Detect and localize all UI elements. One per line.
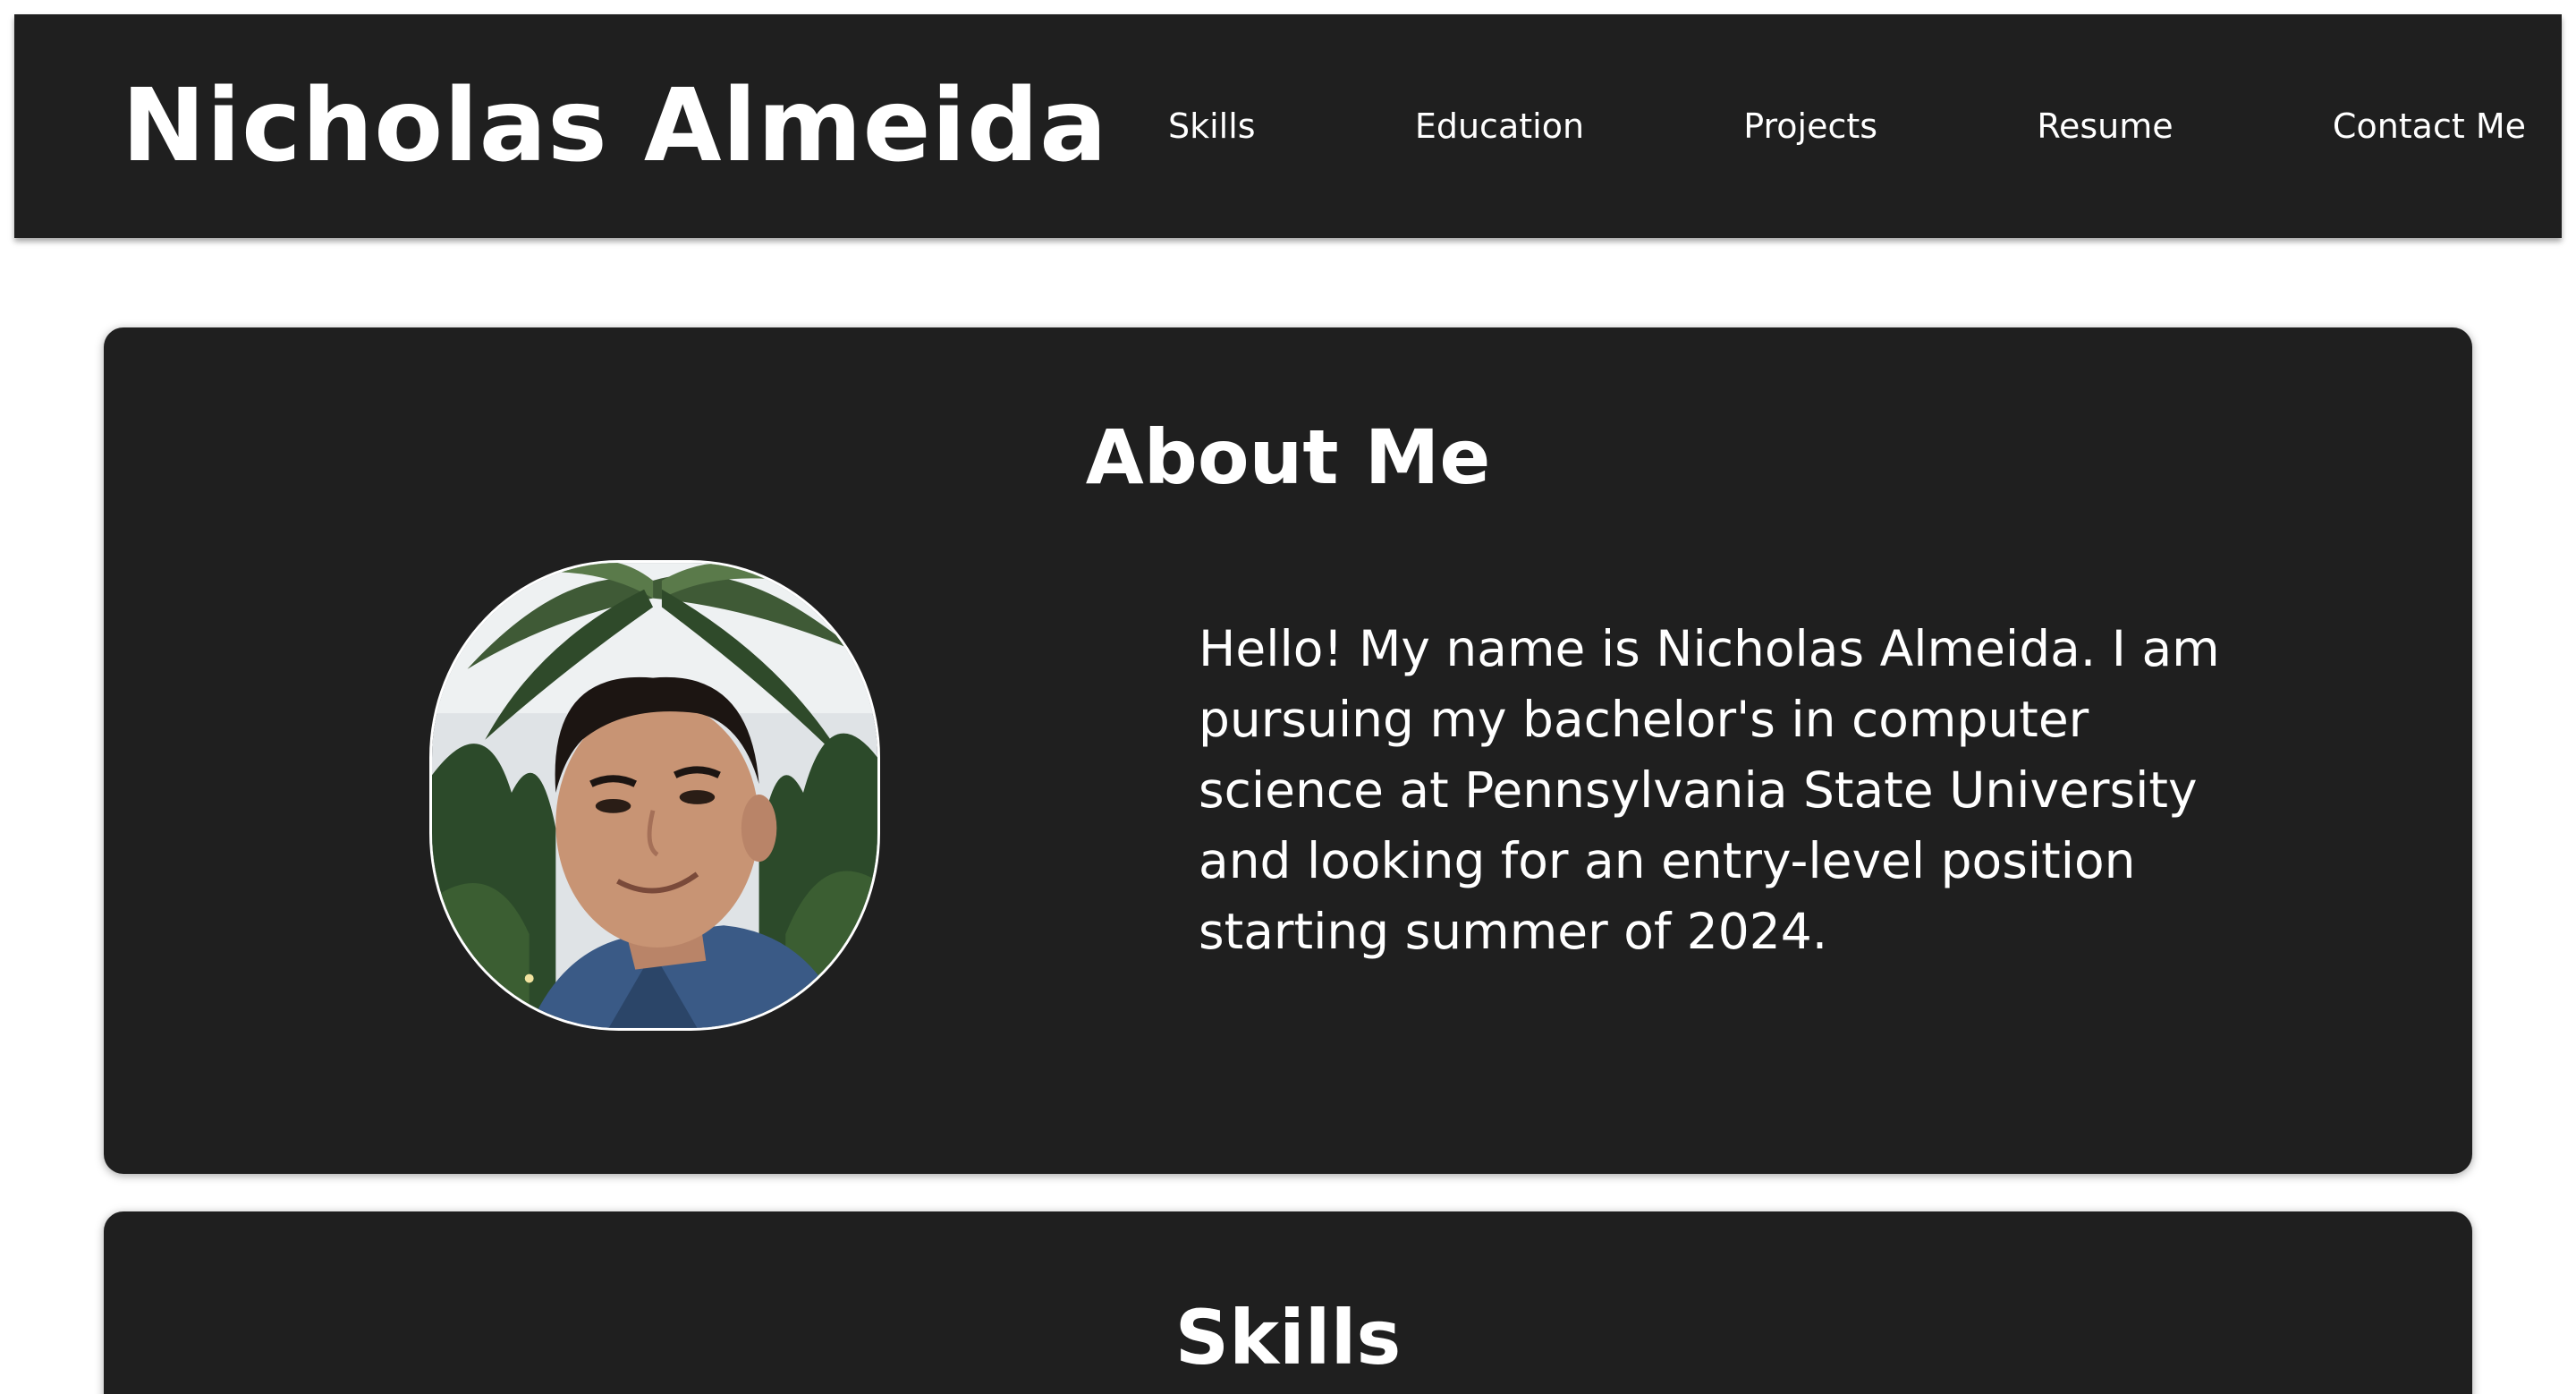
nav-link-projects[interactable]: Projects	[1743, 106, 1877, 146]
skills-section: Skills	[104, 1211, 2472, 1394]
site-name[interactable]: Nicholas Almeida	[122, 14, 1108, 238]
page: Nicholas Almeida Skills Education Projec…	[0, 0, 2576, 1394]
profile-photo	[429, 560, 880, 1031]
nav-link-resume[interactable]: Resume	[2037, 106, 2173, 146]
about-me-section: About Me Hello! My name is Nicholas Alme…	[104, 327, 2472, 1174]
nav-link-skills[interactable]: Skills	[1168, 106, 1256, 146]
about-me-heading: About Me	[1085, 413, 1491, 501]
nav-links: Skills Education Projects Resume Contact…	[1168, 14, 2526, 238]
about-me-bio: Hello! My name is Nicholas Almeida. I am…	[1199, 620, 2220, 960]
nav-link-contact-me[interactable]: Contact Me	[2333, 106, 2526, 146]
profile-photo-illustration	[432, 563, 877, 1028]
nav-link-education[interactable]: Education	[1415, 106, 1584, 146]
navbar: Nicholas Almeida Skills Education Projec…	[14, 14, 2562, 238]
skills-heading: Skills	[1174, 1294, 1402, 1381]
